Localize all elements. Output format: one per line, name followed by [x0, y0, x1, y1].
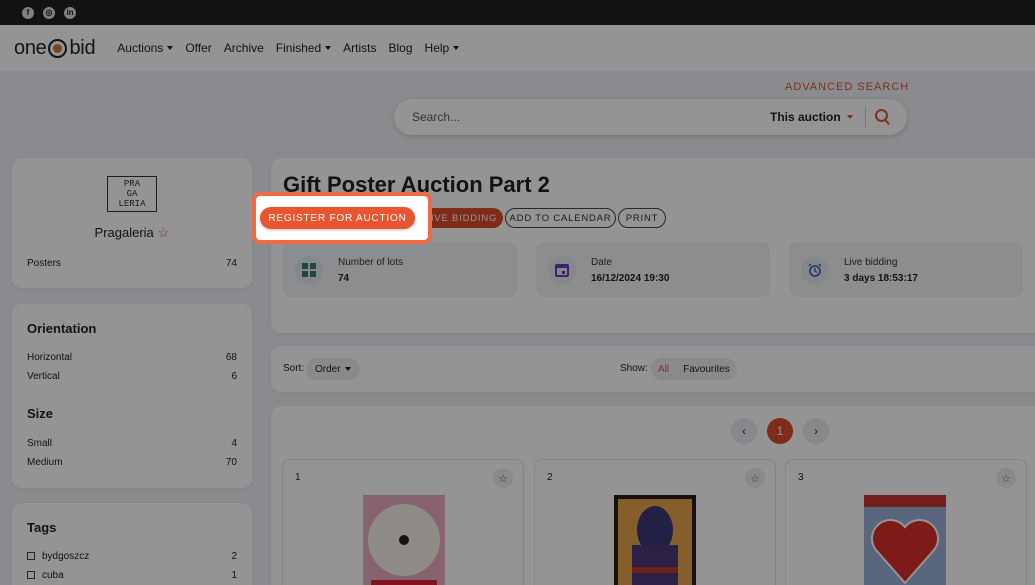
- dim-overlay: [0, 0, 1035, 585]
- register-for-auction-button[interactable]: REGISTER FOR AUCTION: [260, 207, 415, 229]
